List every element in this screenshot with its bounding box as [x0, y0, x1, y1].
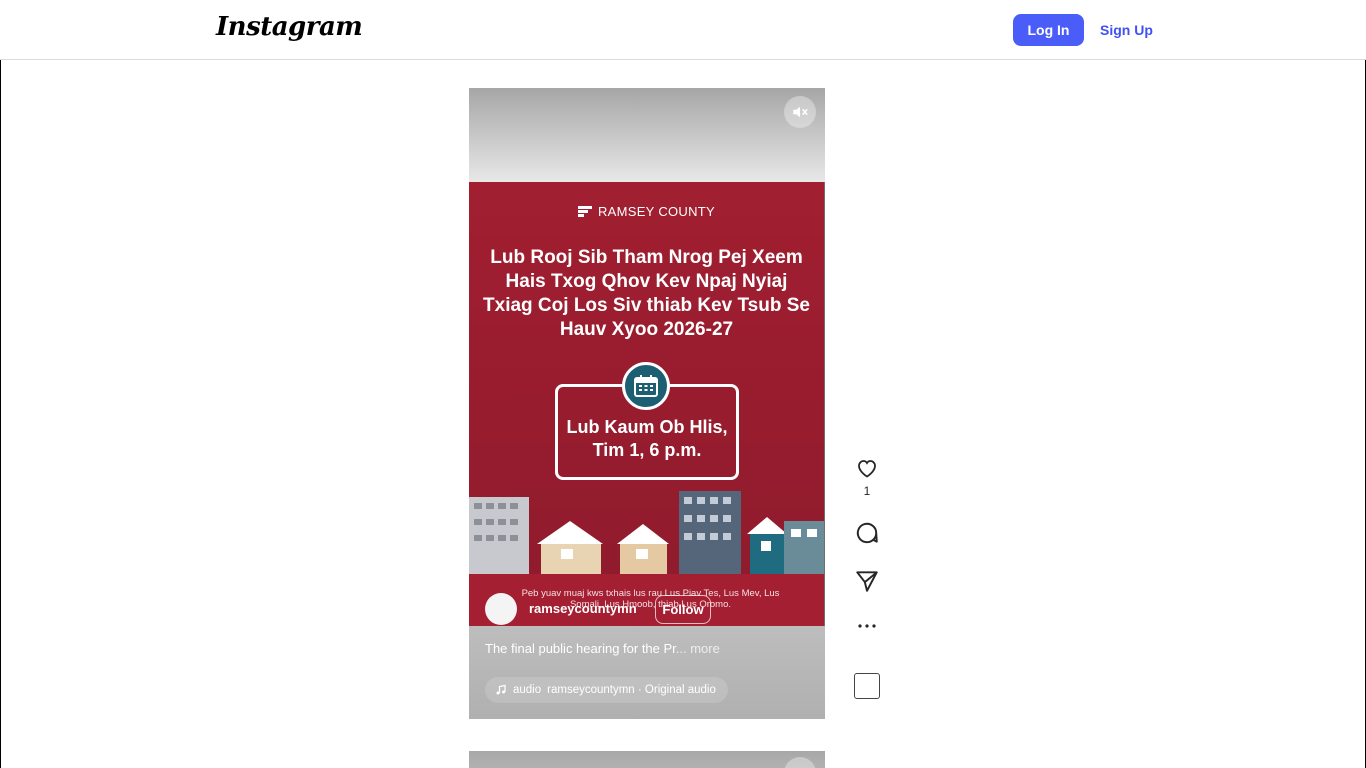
mute-toggle-button[interactable] — [784, 757, 816, 768]
houses-illustration — [469, 491, 824, 574]
reel-caption[interactable]: The final public hearing for the Pr... m… — [485, 641, 720, 656]
caption-text: The final public hearing for the Pr — [485, 641, 676, 656]
avatar[interactable] — [485, 593, 517, 625]
login-button[interactable]: Log In — [1013, 14, 1084, 46]
reel-info-overlay — [469, 626, 825, 719]
speaker-muted-icon — [793, 106, 808, 118]
video-top-area — [469, 88, 825, 182]
audio-label: audio — [513, 684, 542, 696]
poster-footer-text: Peb yuav muaj kws txhais lus rau Lus Pia… — [469, 574, 824, 626]
speaker-muted-icon — [799, 767, 800, 768]
more-icon[interactable] — [855, 622, 879, 630]
audio-attribution[interactable]: audio ramseycountymn · Original audio — [485, 677, 728, 703]
like-action: 1 — [852, 456, 882, 498]
instagram-logo[interactable]: Instagram — [216, 12, 363, 42]
follow-button[interactable]: Follow — [655, 595, 711, 624]
share-action — [852, 568, 882, 594]
comment-action — [852, 520, 882, 546]
caption-more-link[interactable]: ... more — [676, 641, 720, 656]
top-navigation-bar: Instagram Log In Sign Up — [0, 0, 1366, 60]
reel-video-player[interactable]: RAMSEY COUNTY Lub Rooj Sib Tham Nrog Pej… — [469, 88, 825, 719]
signup-link[interactable]: Sign Up — [1100, 14, 1153, 46]
poster-title: Lub Rooj Sib Tham Nrog Pej Xeem Hais Txo… — [483, 247, 810, 340]
more-action — [852, 622, 882, 630]
username-link[interactable]: ramseycountymn — [529, 601, 637, 616]
reel-poster-image: RAMSEY COUNTY Lub Rooj Sib Tham Nrog Pej… — [469, 182, 824, 626]
comment-icon[interactable] — [854, 520, 880, 546]
event-date-line-2: Tim 1, 6 p.m. — [592, 440, 702, 460]
next-reel-preview[interactable] — [469, 751, 825, 768]
mute-toggle-button[interactable] — [784, 96, 816, 128]
calendar-icon — [622, 362, 670, 410]
like-count: 1 — [863, 484, 871, 498]
county-name: RAMSEY COUNTY — [597, 204, 716, 219]
heart-icon[interactable] — [854, 456, 880, 480]
page-border-left — [0, 60, 1, 768]
county-logo-icon — [577, 205, 592, 218]
audio-thumbnail[interactable] — [854, 673, 880, 699]
share-icon[interactable] — [854, 568, 880, 594]
audio-text: ramseycountymn · Original audio — [547, 684, 716, 696]
event-date-line-1: Lub Kaum Ob Hlis, — [566, 417, 728, 437]
county-brand: RAMSEY COUNTY — [469, 204, 824, 219]
music-note-icon — [496, 684, 506, 695]
